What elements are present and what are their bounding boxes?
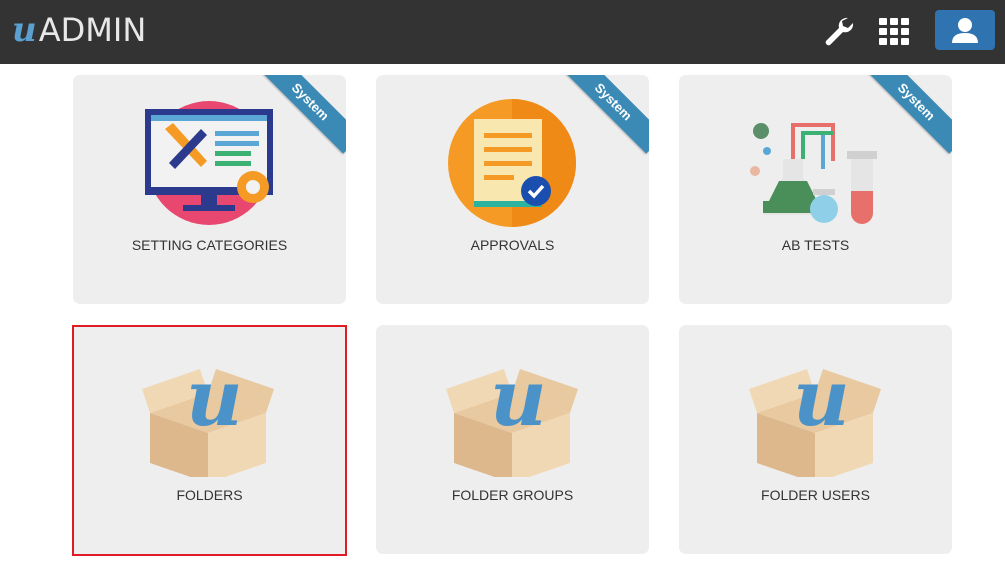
- card-label: APPROVALS: [470, 237, 555, 253]
- logo-u: u: [12, 10, 37, 50]
- logo[interactable]: u ADMIN: [12, 10, 146, 50]
- card-folders[interactable]: u FOLDERS: [72, 325, 347, 556]
- user-menu-button[interactable]: [935, 10, 995, 50]
- card-folder-users[interactable]: u FOLDER USERS: [679, 325, 952, 554]
- svg-text:u: u: [186, 353, 243, 444]
- card-setting-categories[interactable]: System SETTING CATEGORIES: [73, 75, 346, 304]
- card-label: AB TESTS: [781, 237, 850, 253]
- svg-text:u: u: [490, 353, 547, 444]
- user-icon: [952, 18, 978, 43]
- approval-document-icon: [448, 99, 576, 227]
- folder-box-icon: u: [446, 353, 578, 477]
- apps-grid-icon[interactable]: [874, 12, 914, 52]
- top-bar: u ADMIN: [0, 0, 1005, 64]
- logo-text: ADMIN: [38, 11, 147, 49]
- monitor-tools-icon: [145, 101, 273, 225]
- card-approvals[interactable]: System APPROVALS: [376, 75, 649, 304]
- card-folder-groups[interactable]: u FOLDER GROUPS: [376, 325, 649, 554]
- card-label: FOLDER GROUPS: [451, 487, 574, 503]
- card-label: FOLDER USERS: [761, 487, 870, 503]
- card-label: SETTING CATEGORIES: [131, 237, 288, 253]
- folder-box-icon: u: [142, 353, 274, 477]
- lab-flasks-icon: [750, 123, 877, 224]
- folder-box-icon: u: [749, 353, 881, 477]
- card-ab-tests[interactable]: System AB TESTS: [679, 75, 952, 304]
- wrench-icon[interactable]: [818, 12, 858, 52]
- card-label: FOLDERS: [176, 487, 243, 503]
- svg-text:u: u: [793, 353, 850, 444]
